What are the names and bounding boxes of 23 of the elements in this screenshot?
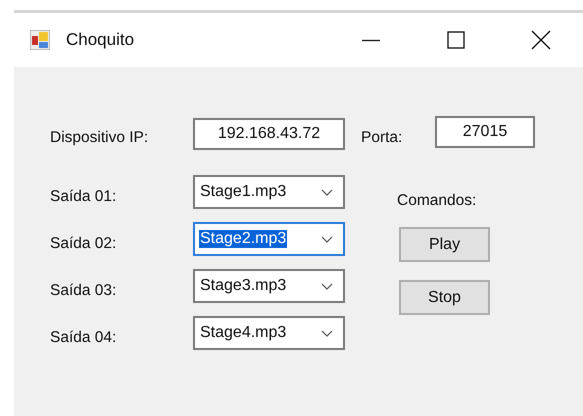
commands-label: Comandos: <box>397 192 476 210</box>
app-icon <box>30 30 50 50</box>
window-title: Choquito <box>66 30 134 50</box>
ip-field[interactable]: 192.168.43.72 <box>193 118 345 150</box>
output-label: Saída 01: <box>50 187 118 206</box>
output-label: Saída 02: <box>50 234 118 253</box>
chevron-icon <box>321 188 333 196</box>
file-dropdown[interactable]: Stage4.mp3 <box>193 316 345 350</box>
maximize-icon[interactable] <box>446 30 466 50</box>
output-label: Saída 03: <box>50 281 118 300</box>
chevron-icon <box>321 282 333 290</box>
close-icon[interactable] <box>531 30 551 50</box>
file-dropdown[interactable]: Stage2.mp3 <box>193 222 345 256</box>
port-field[interactable]: 27015 <box>435 116 535 148</box>
command-button[interactable]: Stop <box>399 280 490 315</box>
output-label: Saída 04: <box>50 328 118 347</box>
port-label: Porta: <box>361 128 404 147</box>
ip-label: Dispositivo IP: <box>50 128 150 147</box>
chevron-icon <box>321 236 333 242</box>
file-dropdown[interactable]: Stage1.mp3 <box>193 175 345 209</box>
chevron-icon <box>321 330 333 336</box>
command-button[interactable]: Play <box>399 227 490 262</box>
file-dropdown[interactable]: Stage3.mp3 <box>193 269 345 303</box>
